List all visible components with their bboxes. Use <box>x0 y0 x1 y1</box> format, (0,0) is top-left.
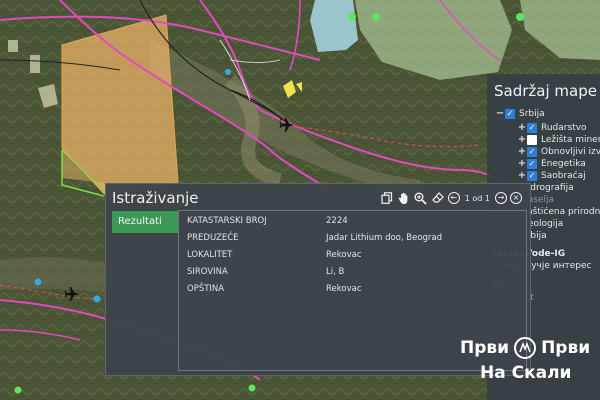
zoom-icon[interactable] <box>414 191 428 205</box>
layer-item[interactable]: + ✓ Enegetika <box>517 158 586 170</box>
logo-badge-icon <box>514 337 537 359</box>
eraser-icon[interactable] <box>431 191 445 205</box>
layer-item[interactable]: Zaštićena prirodn <box>521 206 600 218</box>
table-row: PREDUZEĆE Jadar Lithium doo, Beograd <box>187 233 442 243</box>
field-value: Rekovac <box>326 284 362 294</box>
dialog-tabs: Rezultati <box>112 211 178 233</box>
layer-checkbox[interactable]: ✓ <box>527 171 537 181</box>
field-label: KATASTARSKI BROJ <box>187 216 267 226</box>
layer-label: Zaštićena prirodn <box>521 207 600 217</box>
next-icon[interactable]: → <box>495 192 507 204</box>
expand-icon[interactable]: + <box>517 146 527 158</box>
layer-item[interactable]: + ✓ Rudarstvo <box>517 122 587 134</box>
field-value: Li, B <box>326 267 345 277</box>
prev-icon[interactable]: ← <box>447 192 460 204</box>
table-row: SIROVINA Li, B <box>187 267 344 277</box>
tab-results[interactable]: Rezultati <box>112 211 178 233</box>
field-label: LOKALITET <box>187 250 233 260</box>
layer-checkbox[interactable]: ✓ <box>527 147 537 157</box>
layer-item[interactable]: +✓ Obnovljivi izvori - <box>517 146 600 158</box>
layer-label: Ležišta mineralnih <box>541 135 600 145</box>
layer-label: Saobraćaj <box>541 171 586 181</box>
logo-line1: Први Први <box>460 337 590 359</box>
expand-icon[interactable]: + <box>517 134 527 146</box>
field-label: PREDUZEĆE <box>187 233 239 243</box>
table-row: KATASTARSKI BROJ 2224 <box>187 216 348 226</box>
field-value: 2224 <box>326 216 348 226</box>
field-label: SIROVINA <box>187 267 228 277</box>
field-label: OPŠTINA <box>187 284 225 294</box>
close-icon[interactable]: × <box>510 192 522 204</box>
expand-icon[interactable]: + <box>517 158 527 170</box>
layer-checkbox[interactable]: ✓ <box>527 159 537 169</box>
logo-word-left: Први <box>460 338 510 358</box>
copy-icon[interactable] <box>380 191 394 205</box>
layer-label: Rudarstvo <box>541 123 587 133</box>
layer-checkbox[interactable]: ✓ <box>505 109 515 119</box>
layer-item[interactable]: − ✓ Srbija <box>495 108 545 120</box>
layer-label: Obnovljivi izvori - <box>541 147 600 157</box>
layer-item[interactable]: + ✓ Saobraćaj <box>517 170 586 182</box>
dialog-header: Istraživanje ← 1 od 1 → × <box>106 184 530 212</box>
dialog-toolbar: ← 1 od 1 → × <box>380 191 522 205</box>
logo-line2: На Скали <box>480 363 572 383</box>
pager-text: 1 od 1 <box>464 193 490 203</box>
layer-label: Enegetika <box>541 159 586 169</box>
logo-word-right: Први <box>541 338 591 358</box>
expand-icon[interactable]: + <box>517 122 527 134</box>
table-row: OPŠTINA Rekovac <box>187 284 362 294</box>
layer-label: Srbija <box>519 109 545 119</box>
hand-pan-icon[interactable] <box>397 191 411 205</box>
table-row: LOKALITET Rekovac <box>187 250 362 260</box>
brand-logo: Први Први На Скали <box>458 331 600 391</box>
expand-icon[interactable]: + <box>517 170 527 182</box>
layer-checkbox[interactable] <box>527 135 537 145</box>
layer-checkbox[interactable]: ✓ <box>527 123 537 133</box>
field-value: Rekovac <box>326 250 362 260</box>
layer-item[interactable]: + Ležišta mineralnih <box>517 134 600 146</box>
map-contents-title: Sadržaj mape <box>494 82 597 100</box>
field-value: Jadar Lithium doo, Beograd <box>326 233 443 243</box>
dialog-title: Istraživanje <box>112 189 199 207</box>
collapse-icon[interactable]: − <box>495 108 505 120</box>
